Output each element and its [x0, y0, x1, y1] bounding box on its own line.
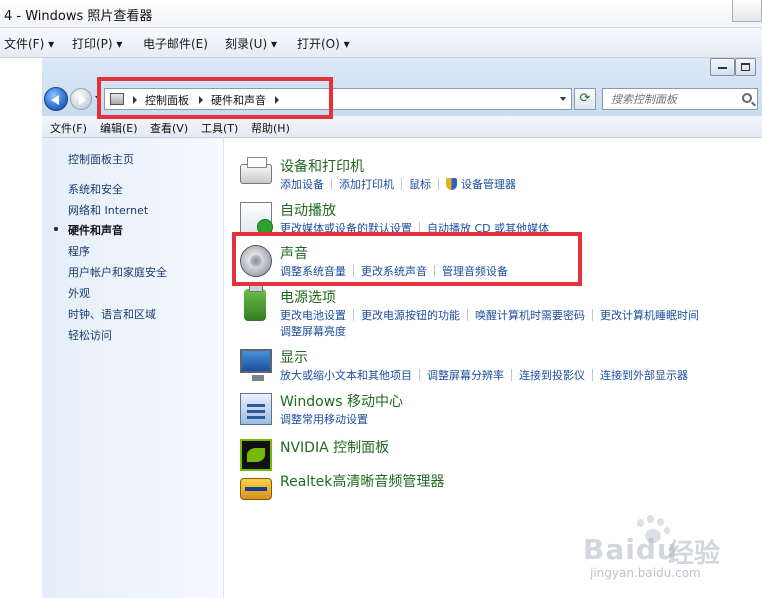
printer-icon[interactable] [240, 157, 272, 184]
sidebar-item-appearance[interactable]: 外观 [68, 285, 90, 301]
sidebar-item-programs[interactable]: 程序 [68, 243, 90, 259]
annotation-box-sound [232, 232, 582, 286]
minimize-button[interactable] [710, 58, 735, 76]
cp-menu-tools[interactable]: 工具(T) [201, 120, 238, 136]
control-panel-menu-bar: 文件(F) 编辑(E) 查看(V) 工具(T) 帮助(H) [42, 116, 762, 138]
realtek-icon[interactable] [240, 478, 272, 500]
address-dropdown-icon[interactable] [560, 97, 566, 101]
menu-print[interactable]: 打印(P) ▾ [72, 35, 122, 52]
uac-shield-icon [446, 178, 457, 190]
sidebar-item-clock-region[interactable]: 时钟、语言和区域 [68, 306, 156, 322]
link-external-display[interactable]: 连接到外部显示器 [600, 367, 688, 383]
left-navigation-pane: 控制面板主页 系统和安全 网络和 Internet 硬件和声音 程序 用户帐户和… [42, 138, 223, 598]
menu-file[interactable]: 文件(F) ▾ [4, 35, 54, 52]
menu-burn[interactable]: 刻录(U) ▾ [225, 35, 277, 52]
photo-background [0, 58, 42, 598]
watermark-suffix: 经验 [668, 539, 721, 569]
category-links-row2: 调整屏幕亮度 [280, 323, 346, 339]
sidebar-item-system-security[interactable]: 系统和安全 [68, 181, 123, 197]
category-links: 添加设备 添加打印机 鼠标 设备管理器 [280, 176, 516, 192]
cp-menu-help[interactable]: 帮助(H) [251, 120, 290, 136]
menu-email[interactable]: 电子邮件(E) [143, 35, 208, 52]
search-box[interactable] [602, 88, 758, 110]
monitor-icon[interactable] [240, 349, 272, 381]
category-links: 更改电池设置 更改电源按钮的功能 唤醒计算机时需要密码 更改计算机睡眠时间 [280, 307, 699, 323]
link-sleep-time[interactable]: 更改计算机睡眠时间 [600, 307, 699, 323]
sidebar-item-home[interactable]: 控制面板主页 [68, 151, 134, 167]
photo-viewer-title-bar: 4 - Windows 照片查看器 [0, 0, 762, 28]
cp-menu-file[interactable]: 文件(F) [50, 120, 87, 136]
pane-divider [223, 138, 224, 598]
link-text-size[interactable]: 放大或缩小文本和其他项目 [280, 367, 412, 383]
link-resolution[interactable]: 调整屏幕分辨率 [427, 367, 504, 383]
category-title[interactable]: 设备和打印机 [280, 156, 364, 176]
sidebar-item-hardware-sound[interactable]: 硬件和声音 [68, 222, 123, 238]
sidebar-item-ease-of-access[interactable]: 轻松访问 [68, 327, 112, 343]
category-title[interactable]: 电源选项 [280, 287, 336, 307]
link-battery-settings[interactable]: 更改电池设置 [280, 307, 346, 323]
close-button[interactable] [732, 0, 762, 22]
nvidia-icon[interactable] [240, 439, 272, 471]
link-device-manager[interactable]: 设备管理器 [461, 176, 516, 192]
link-wake-password[interactable]: 唤醒计算机时需要密码 [475, 307, 585, 323]
search-icon[interactable] [742, 93, 752, 103]
maximize-button[interactable] [735, 58, 756, 76]
cp-menu-view[interactable]: 查看(V) [150, 120, 188, 136]
search-input[interactable] [603, 89, 738, 109]
category-title[interactable]: 自动播放 [280, 200, 336, 220]
category-title[interactable]: Windows 移动中心 [280, 391, 403, 411]
category-title[interactable]: Realtek高清晰音频管理器 [280, 471, 444, 491]
category-title[interactable]: NVIDIA 控制面板 [280, 437, 389, 457]
forward-button[interactable] [70, 88, 92, 110]
menu-open[interactable]: 打开(O) ▾ [297, 35, 350, 52]
sidebar-item-user-accounts[interactable]: 用户帐户和家庭安全 [68, 264, 167, 280]
autoplay-icon[interactable] [240, 202, 273, 235]
mobility-center-icon[interactable] [240, 393, 272, 425]
category-links: 放大或缩小文本和其他项目 调整屏幕分辨率 连接到投影仪 连接到外部显示器 [280, 367, 688, 383]
link-power-button[interactable]: 更改电源按钮的功能 [361, 307, 460, 323]
category-title[interactable]: 显示 [280, 347, 308, 367]
link-projector[interactable]: 连接到投影仪 [519, 367, 585, 383]
back-button[interactable] [44, 87, 68, 111]
refresh-button[interactable]: ⟳ [574, 88, 596, 110]
link-add-device[interactable]: 添加设备 [280, 176, 324, 192]
link-mobility-settings[interactable]: 调整常用移动设置 [280, 411, 368, 427]
watermark-url: jingyan.baidu.com [590, 566, 701, 580]
link-add-printer[interactable]: 添加打印机 [339, 176, 394, 192]
link-screen-brightness[interactable]: 调整屏幕亮度 [280, 325, 346, 338]
photo-viewer-toolbar: 文件(F) ▾ 打印(P) ▾ 电子邮件(E) 刻录(U) ▾ 打开(O) ▾ [0, 28, 762, 58]
power-icon[interactable] [244, 284, 266, 321]
annotation-box-address [97, 77, 333, 119]
sidebar-item-network[interactable]: 网络和 Internet [68, 202, 148, 218]
link-mouse[interactable]: 鼠标 [409, 176, 431, 192]
watermark-brand: Baidu [583, 533, 678, 566]
current-item-bullet-icon [54, 227, 58, 231]
category-links: 调整常用移动设置 [280, 411, 368, 427]
window-title: 4 - Windows 照片查看器 [4, 9, 153, 24]
cp-menu-edit[interactable]: 编辑(E) [100, 120, 138, 136]
